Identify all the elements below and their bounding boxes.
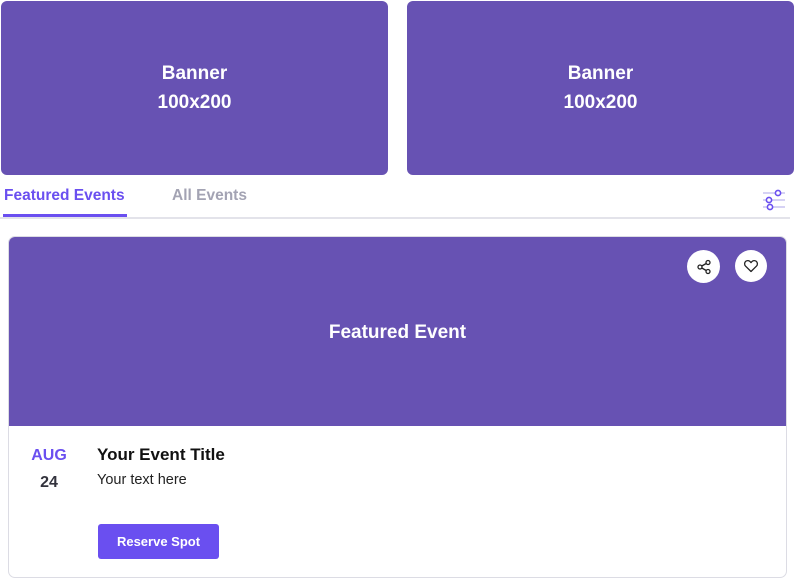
- favorite-button[interactable]: [735, 250, 767, 282]
- active-tab-indicator: [3, 214, 127, 217]
- filter-sliders-icon: [763, 189, 785, 211]
- page: Banner 100x200 Banner 100x200 Featured E…: [0, 0, 795, 583]
- banner-ad-right[interactable]: Banner 100x200: [407, 1, 794, 175]
- tab-featured-events[interactable]: Featured Events: [4, 187, 125, 205]
- share-button[interactable]: [687, 250, 720, 283]
- event-date-day: 24: [40, 474, 58, 491]
- tab-all-events[interactable]: All Events: [172, 187, 247, 205]
- filter-button[interactable]: [760, 186, 788, 214]
- banner-size: 100x200: [563, 92, 638, 113]
- share-icon: [696, 259, 711, 274]
- event-description: Your text here: [97, 472, 187, 488]
- banner-label: Banner: [161, 63, 228, 84]
- heart-icon: [743, 259, 759, 273]
- banner-label: Banner: [567, 63, 634, 84]
- event-title: Your Event Title: [97, 445, 225, 464]
- hero-title: Featured Event: [328, 322, 467, 343]
- banner-ad-left[interactable]: Banner 100x200: [1, 1, 388, 175]
- featured-event-card[interactable]: Featured Event AUG 24 Your Event Title Y…: [8, 236, 787, 578]
- reserve-spot-button[interactable]: Reserve Spot: [98, 524, 219, 559]
- event-date-month: AUG: [31, 447, 67, 464]
- event-hero-image: Featured Event: [9, 237, 786, 426]
- banner-size: 100x200: [157, 92, 232, 113]
